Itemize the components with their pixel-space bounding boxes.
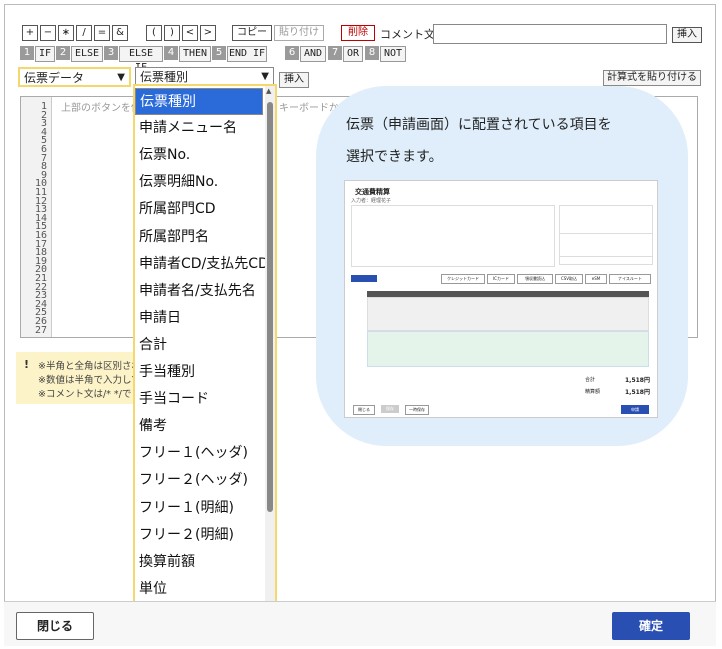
dropdown-option[interactable]: 手当種別 (135, 359, 267, 386)
comment-input[interactable] (433, 24, 667, 44)
dropdown-option[interactable]: フリー２(ヘッダ) (135, 467, 267, 494)
keyword-8-number: 8 (365, 46, 379, 60)
dropdown-option[interactable]: 申請日 (135, 305, 267, 332)
field-dropdown-list[interactable]: レート単位換算前額フリー２(明細)フリー１(明細)フリー２(ヘッダ)フリー１(ヘ… (133, 84, 277, 630)
keyword-and-button[interactable]: AND (300, 46, 326, 62)
paste-formula-button[interactable]: 計算式を貼り付ける (603, 70, 701, 86)
note-line: ※数値は半角で入力して (38, 375, 141, 386)
paste-button[interactable]: 貼り付け (274, 25, 324, 41)
chevron-down-icon: ▼ (117, 72, 125, 83)
field-select-value: 伝票種別 (140, 70, 189, 84)
dropdown-option[interactable]: 手当コード (135, 386, 267, 413)
bubble-text-line1: 伝票（申請画面）に配置されている項目を (346, 117, 612, 133)
preview-footer-close: 閉じる (353, 405, 375, 415)
preview-settle-value: 1,518円 (625, 389, 650, 396)
preview-title: 交通費精算 (355, 188, 390, 196)
greater-than-button[interactable]: > (200, 25, 216, 41)
dropdown-option[interactable]: 換算前額 (135, 549, 267, 576)
preview-button-row: クレジットカード ICカード 領収書読込 CSV取込 eSM ナイスルート (441, 274, 653, 284)
confirm-button[interactable]: 確定 (612, 612, 690, 640)
plus-button[interactable]: + (22, 25, 38, 41)
keyword-5-number: 5 (212, 46, 226, 60)
preview-total-value: 1,518円 (625, 377, 650, 384)
keyword-4-number: 4 (164, 46, 178, 60)
line-number: 27 (34, 324, 47, 336)
keyword-if-button[interactable]: IF (35, 46, 55, 62)
minus-button[interactable]: − (40, 25, 56, 41)
dropdown-option[interactable]: 単位 (135, 576, 267, 603)
dropdown-option[interactable]: 申請メニュー名 (135, 115, 267, 142)
equals-button[interactable]: = (94, 25, 110, 41)
dropdown-option[interactable]: 伝票No. (135, 142, 267, 169)
preview-btn: ICカード (487, 274, 515, 284)
field-insert-button[interactable]: 挿入 (279, 72, 309, 88)
keyword-not-button[interactable]: NOT (380, 46, 406, 62)
multiply-button[interactable]: ∗ (58, 25, 74, 41)
preview-add-detail-button (351, 275, 377, 282)
note-line: ※コメント文は/* */で (38, 389, 132, 400)
dropdown-option[interactable]: 備考 (135, 413, 267, 440)
preview-btn: eSM (585, 274, 607, 284)
dropdown-option[interactable]: 伝票明細No. (135, 169, 267, 196)
close-paren-button[interactable]: ) (164, 25, 180, 41)
dropdown-scrollbar[interactable]: ▲ ▼ (265, 86, 275, 628)
line-number-gutter: 1 2 3 4 5 6 7 8 9 10 11 12 13 14 15 16 17 18 19 20 21 22 23 24 2… (21, 97, 52, 337)
preview-btn: CSV取込 (555, 274, 583, 284)
keyword-else-if-button[interactable]: ELSE IF (119, 46, 163, 73)
preview-notice-box (559, 233, 653, 265)
source-select-value: 伝票データ (24, 71, 85, 85)
dropdown-option[interactable]: 合計 (135, 332, 267, 359)
dropdown-option[interactable]: フリー１(明細) (135, 495, 267, 522)
delete-button[interactable]: 削除 (341, 25, 375, 41)
dropdown-option[interactable]: 申請者名/支払先名 (135, 278, 267, 305)
close-button[interactable]: 閉じる (16, 612, 94, 640)
divide-button[interactable]: / (76, 25, 92, 41)
note-line: ※半角と全角は区別され (38, 361, 141, 372)
dropdown-option[interactable]: 所属部門名 (135, 224, 267, 251)
warning-icon: ! (24, 358, 30, 371)
editor-placeholder-left: 上部のボタンを使 (61, 103, 141, 114)
preview-btn: クレジットカード (441, 274, 485, 284)
input-notes: ! ※半角と全角は区別され ※数値は半角で入力して ※コメント文は/* */で (16, 352, 141, 404)
copy-button[interactable]: コピー (232, 25, 272, 41)
voucher-preview: 交通費精算 入力者：経理花子 クレジットカード ICカード 領収書読込 CSV取… (344, 180, 658, 418)
help-bubble: 伝票（申請画面）に配置されている項目を 選択できます。 交通費精算 入力者：経理… (316, 86, 688, 446)
preview-form-box (351, 205, 555, 267)
bubble-text-line2: 選択できます。 (346, 149, 443, 165)
keyword-2-number: 2 (56, 46, 70, 60)
scroll-up-arrow-icon[interactable]: ▲ (266, 87, 271, 95)
dropdown-option[interactable]: 伝票種別 (135, 88, 263, 115)
preview-subtitle: 入力者：経理花子 (351, 198, 392, 204)
preview-btn: ナイスルート (609, 274, 651, 284)
keyword-6-number: 6 (285, 46, 299, 60)
comment-insert-button[interactable]: 挿入 (672, 27, 702, 43)
preview-table-detail (367, 331, 649, 367)
dropdown-option[interactable]: フリー２(明細) (135, 522, 267, 549)
scrollbar-thumb[interactable] (267, 102, 273, 512)
dropdown-option[interactable]: 申請者CD/支払先CD (135, 251, 269, 278)
less-than-button[interactable]: < (182, 25, 198, 41)
preview-table-body (367, 297, 649, 331)
preview-footer-draft: 一時保存 (405, 405, 429, 415)
keyword-else-button[interactable]: ELSE (71, 46, 103, 62)
keyword-or-button[interactable]: OR (343, 46, 363, 62)
keyword-then-button[interactable]: THEN (179, 46, 211, 62)
footer-bar: 閉じる 確定 (4, 601, 716, 646)
keyword-end-if-button[interactable]: END IF (227, 46, 267, 62)
keyword-7-number: 7 (328, 46, 342, 60)
dropdown-option[interactable]: フリー１(ヘッダ) (135, 440, 267, 467)
ampersand-button[interactable]: & (112, 25, 128, 41)
preview-settle-label: 精算額 (585, 389, 601, 395)
preview-submit-button: 申請 (621, 405, 649, 414)
source-select[interactable]: 伝票データ ▼ (18, 67, 131, 87)
preview-footer-save: 保存 (381, 405, 399, 413)
dropdown-option[interactable]: 所属部門CD (135, 196, 267, 223)
keyword-3-number: 3 (104, 46, 118, 60)
preview-btn: 領収書読込 (517, 274, 553, 284)
keyword-1-number: 1 (20, 46, 34, 60)
open-paren-button[interactable]: ( (146, 25, 162, 41)
field-select[interactable]: 伝票種別 ▼ (135, 67, 274, 85)
preview-total-label: 合計 (585, 377, 596, 383)
